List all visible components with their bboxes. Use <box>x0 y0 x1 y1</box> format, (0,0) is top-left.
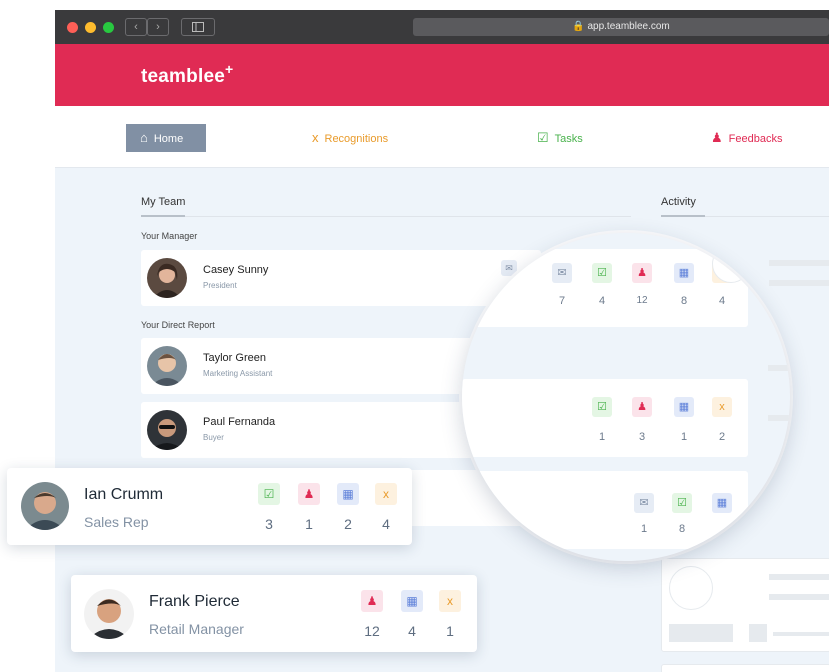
message-count: 1 <box>640 523 648 535</box>
activity-placeholder <box>768 415 790 421</box>
feedback-count: 12 <box>636 295 648 306</box>
calendar-count: 4 <box>408 623 416 639</box>
member-name: Ian Crumm <box>84 486 164 503</box>
tab-home[interactable]: ⌂ Home <box>126 124 206 152</box>
task-count: 1 <box>598 431 606 443</box>
activity-tab-indicator <box>661 215 705 217</box>
stats-card <box>462 249 748 327</box>
manager-label: Your Manager <box>141 231 198 241</box>
activity-placeholder <box>768 365 790 371</box>
activity-card <box>661 664 829 672</box>
member-name: Frank Pierce <box>149 593 240 610</box>
sidebar-icon <box>192 22 204 32</box>
activity-avatar-placeholder <box>669 566 713 610</box>
tab-tasks[interactable]: ☑ Tasks <box>537 124 583 152</box>
stats-card <box>462 379 748 457</box>
report-name: Taylor Green <box>203 352 266 364</box>
feedback-icon: ♟ <box>711 130 723 145</box>
my-team-tab-indicator <box>141 215 185 217</box>
avatar <box>147 258 187 298</box>
activity-title[interactable]: Activity <box>661 196 696 208</box>
task-icon: ☑ <box>592 397 612 417</box>
recognition-count: 4 <box>718 295 726 307</box>
feedback-count: 3 <box>638 431 646 443</box>
message-icon: ✉ <box>634 493 654 513</box>
recognition-icon[interactable]: x <box>375 483 397 505</box>
recognition-count: 2 <box>718 431 726 443</box>
activity-placeholder <box>752 521 772 539</box>
home-icon: ⌂ <box>140 130 148 145</box>
task-count: 8 <box>678 523 686 535</box>
feedback-icon: ♟ <box>632 263 652 283</box>
avatar <box>84 589 134 639</box>
main-nav: ⌂ Home x Recognitions ☑ Tasks ♟ Feedbacks <box>55 106 829 168</box>
calendar-icon: ▦ <box>674 263 694 283</box>
feedback-icon[interactable]: ♟ <box>298 483 320 505</box>
manager-name: Casey Sunny <box>203 264 269 276</box>
calendar-icon[interactable]: ▦ <box>401 590 423 612</box>
lock-icon: 🔒 <box>572 21 585 32</box>
recognition-count: 1 <box>446 623 454 639</box>
task-count: 3 <box>265 516 273 532</box>
calendar-count: 8 <box>680 295 688 307</box>
message-count: 7 <box>558 295 566 307</box>
activity-placeholder <box>768 259 790 265</box>
calendar-icon[interactable]: ▦ <box>337 483 359 505</box>
direct-report-label: Your Direct Report <box>141 320 215 330</box>
calendar-count: 1 <box>680 431 688 443</box>
task-icon: ☑ <box>592 263 612 283</box>
member-role: Retail Manager <box>149 621 244 637</box>
activity-placeholder <box>769 594 829 600</box>
url-text: app.teamblee.com <box>587 21 670 32</box>
report-name: Paul Fernanda <box>203 416 276 428</box>
activity-placeholder <box>749 624 767 642</box>
task-icon: ☑ <box>672 493 692 513</box>
my-team-divider <box>141 216 631 217</box>
recognition-icon: x <box>712 397 732 417</box>
calendar-icon: ▦ <box>712 493 732 513</box>
feedback-icon[interactable]: ♟ <box>361 590 383 612</box>
recognition-icon: x <box>312 130 319 145</box>
avatar <box>21 482 69 530</box>
activity-placeholder <box>768 279 790 285</box>
floating-member-card[interactable]: Ian Crumm Sales Rep ☑ ♟ ▦ x 3 1 2 4 <box>7 468 412 545</box>
brand-header: teamblee+ <box>55 44 829 106</box>
floating-member-card[interactable]: Frank Pierce Retail Manager ♟ ▦ x 12 4 1 <box>71 575 477 652</box>
avatar <box>147 346 187 386</box>
maximize-window-button[interactable] <box>103 22 114 33</box>
back-button[interactable]: ‹ <box>125 18 147 36</box>
browser-chrome: ‹ › 🔒 app.teamblee.com <box>55 10 829 44</box>
calendar-icon: ▦ <box>674 397 694 417</box>
magnifier-lens: ✉ ☑ ♟ ▦ x 7 4 12 8 4 ☑ ♟ ▦ x 1 3 1 2 ✉ ☑… <box>462 233 790 561</box>
address-bar[interactable]: 🔒 app.teamblee.com <box>413 18 829 36</box>
tab-feedbacks[interactable]: ♟ Feedbacks <box>711 124 782 152</box>
calendar-count: 2 <box>344 516 352 532</box>
feedback-icon: ♟ <box>632 397 652 417</box>
feedback-count: 12 <box>364 623 380 639</box>
tab-recognitions[interactable]: x Recognitions <box>312 124 388 152</box>
activity-placeholder <box>773 632 829 636</box>
activity-placeholder <box>769 574 829 580</box>
recognition-count: 4 <box>382 516 390 532</box>
report-role: Marketing Assistant <box>203 369 273 378</box>
task-icon: ☑ <box>537 130 549 145</box>
sidebar-toggle-button[interactable] <box>181 18 215 36</box>
close-window-button[interactable] <box>67 22 78 33</box>
manager-role: President <box>203 281 237 290</box>
task-icon[interactable]: ☑ <box>258 483 280 505</box>
minimize-window-button[interactable] <box>85 22 96 33</box>
task-count: 4 <box>598 295 606 307</box>
avatar <box>147 410 187 450</box>
feedback-count: 1 <box>305 516 313 532</box>
report-role: Buyer <box>203 433 224 442</box>
activity-placeholder <box>669 624 733 642</box>
my-team-title: My Team <box>141 196 186 208</box>
message-icon: ✉ <box>552 263 572 283</box>
stats-card <box>462 471 748 549</box>
member-role: Sales Rep <box>84 514 149 530</box>
recognition-icon[interactable]: x <box>439 590 461 612</box>
logo[interactable]: teamblee+ <box>141 61 233 88</box>
forward-button[interactable]: › <box>147 18 169 36</box>
activity-avatar-placeholder <box>712 245 750 283</box>
